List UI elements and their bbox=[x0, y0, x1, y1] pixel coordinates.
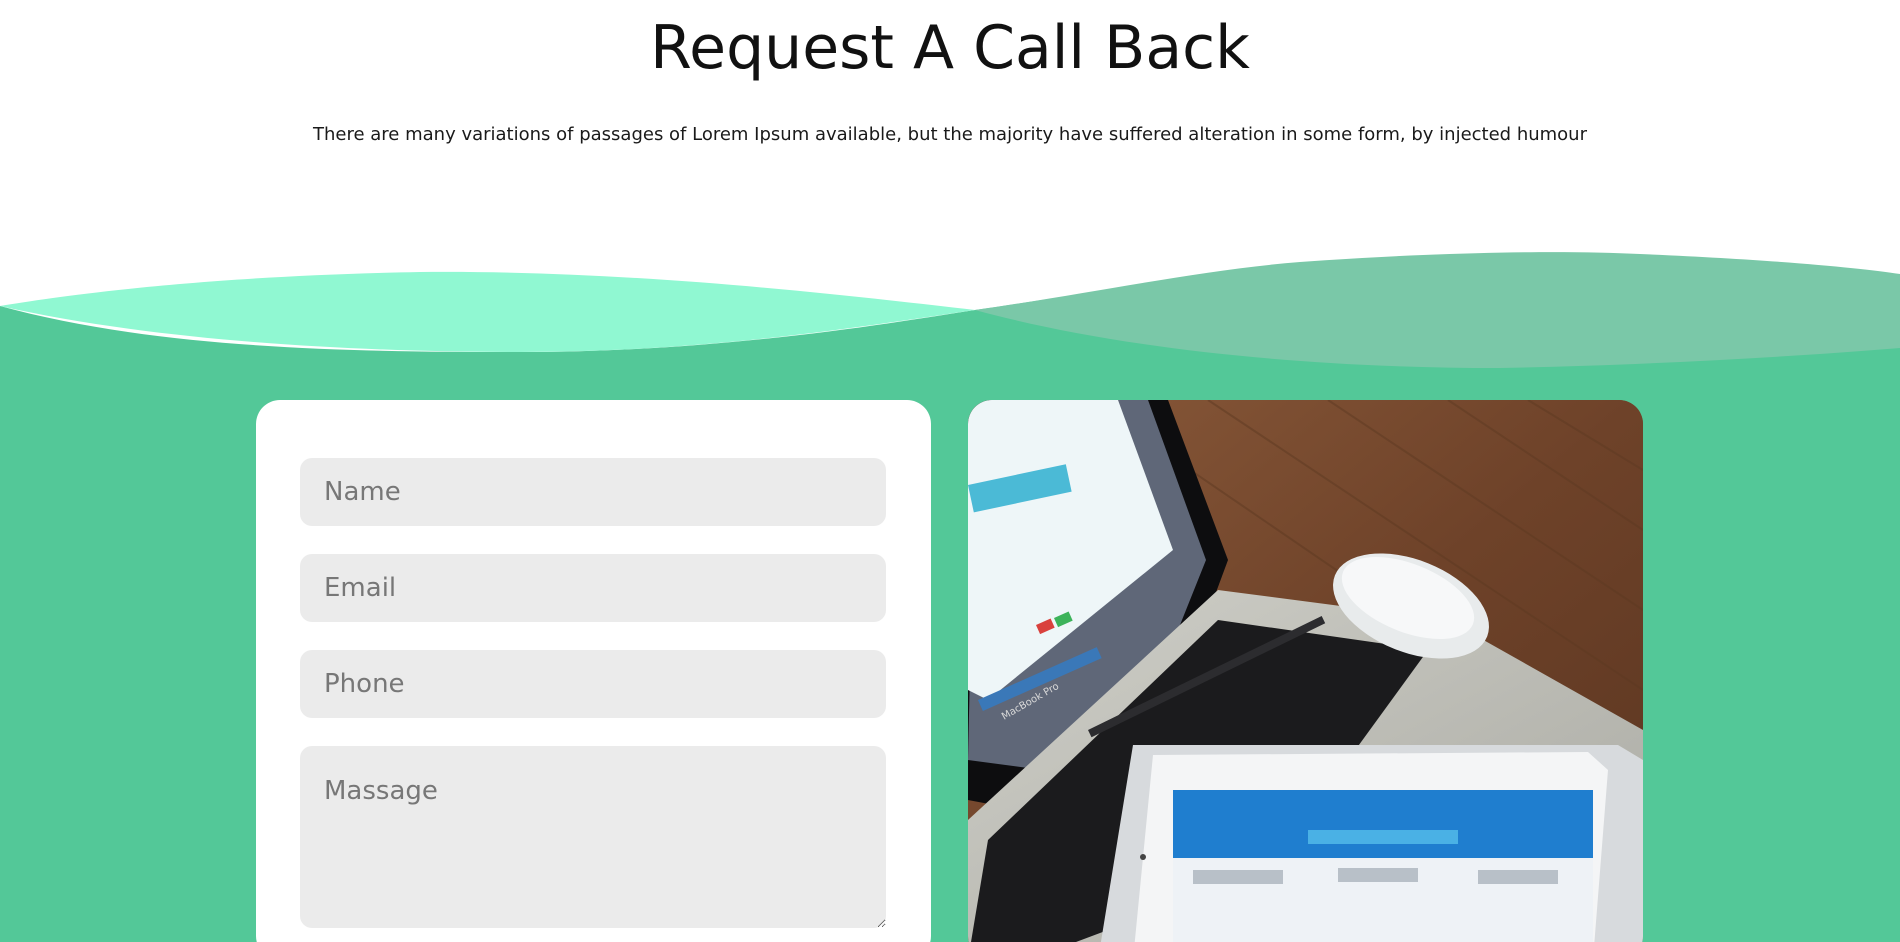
name-field[interactable] bbox=[300, 458, 886, 526]
message-field[interactable] bbox=[300, 746, 886, 928]
callback-form-card bbox=[256, 400, 931, 942]
section-subtitle: There are many variations of passages of… bbox=[312, 124, 1587, 145]
phone-field[interactable] bbox=[300, 650, 886, 718]
laptop-tablet-illustration: MacBook Pro bbox=[968, 400, 1643, 942]
page: Request A Call Back There are many varia… bbox=[0, 0, 1900, 942]
workspace-photo: MacBook Pro bbox=[968, 400, 1643, 942]
email-field[interactable] bbox=[300, 554, 886, 622]
page-title: Request A Call Back bbox=[650, 13, 1250, 83]
